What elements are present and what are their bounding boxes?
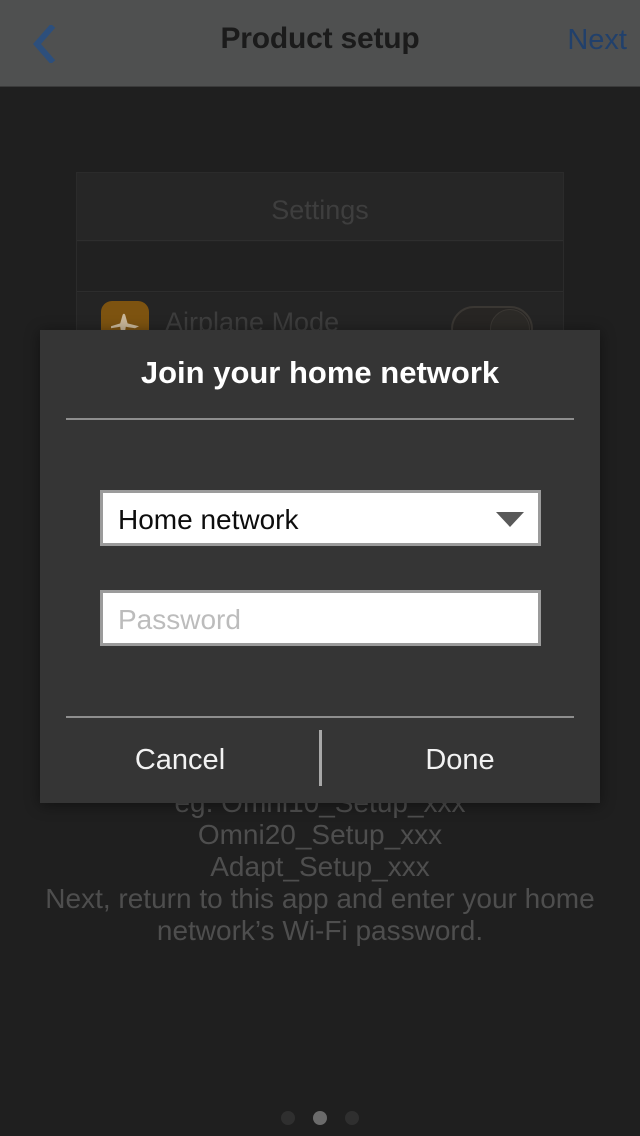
dialog-title-divider (66, 418, 574, 420)
settings-screenshot-title: Settings (271, 195, 369, 225)
app-screen: Settings Airplane Mode eg: Omni10_Setup_… (0, 0, 640, 1136)
button-vertical-divider (319, 730, 322, 786)
password-input[interactable]: Password (100, 590, 541, 646)
done-button[interactable]: Done (320, 718, 600, 803)
dialog-title: Join your home network (140, 355, 500, 390)
chevron-down-icon (496, 512, 524, 527)
setup-instructions-text: eg: Omni10_Setup_xxx Omni20_Setup_xxx Ad… (0, 787, 640, 947)
cancel-button[interactable]: Cancel (40, 718, 320, 803)
password-placeholder: Password (118, 604, 241, 635)
navigation-bar: Product setup Next (0, 0, 640, 87)
instruction-line: Omni20_Setup_xxx (197, 819, 443, 850)
next-button[interactable]: Next (567, 24, 627, 57)
settings-screenshot-spacer (77, 242, 563, 292)
page-dot-3[interactable] (345, 1111, 359, 1125)
page-dot-1[interactable] (281, 1111, 295, 1125)
network-select[interactable]: Home network (100, 490, 541, 546)
network-select-value: Home network (118, 504, 299, 535)
page-dot-2-active[interactable] (313, 1111, 327, 1125)
page-indicator (0, 1111, 640, 1125)
instruction-line: Adapt_Setup_xxx (210, 851, 430, 882)
instruction-line: Next, return to this app and enter your … (45, 883, 595, 914)
settings-screenshot-header: Settings (77, 173, 563, 241)
instruction-line: network’s Wi-Fi password. (156, 915, 484, 946)
page-title: Product setup (220, 22, 420, 55)
join-network-dialog: Home network Password Cancel Done (40, 330, 600, 803)
